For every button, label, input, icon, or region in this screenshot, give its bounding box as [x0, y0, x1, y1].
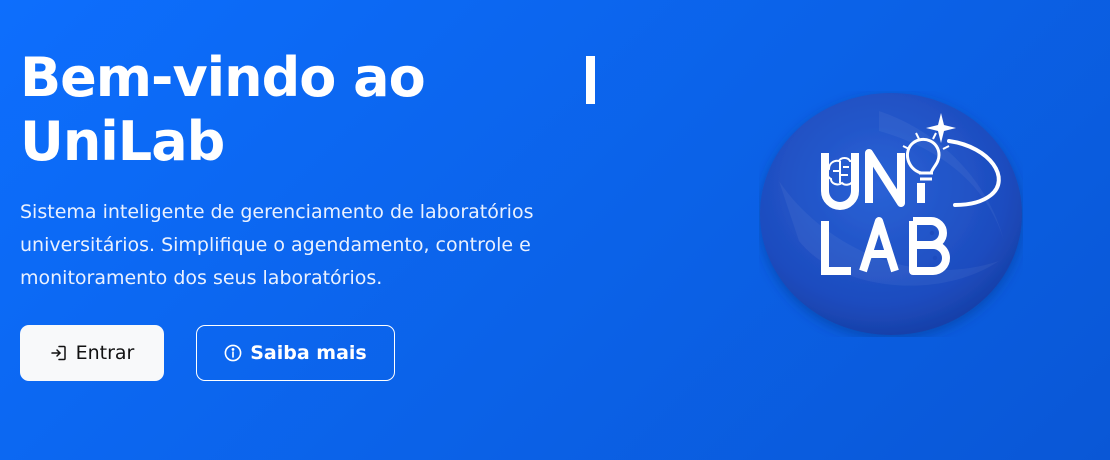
info-circle-icon [224, 344, 242, 362]
hero-description: Sistema inteligente de gerenciamento de … [20, 201, 534, 289]
login-icon [50, 344, 68, 362]
typing-cursor [586, 56, 595, 104]
hero-title-line-2: UniLab [20, 110, 225, 173]
hero-title-line-1: Bem-vindo ao [20, 46, 426, 109]
login-button[interactable]: Entrar [20, 325, 164, 381]
hero-actions: Entrar Saiba mais [20, 325, 620, 381]
hero-title: Bem-vindo ao UniLab [20, 46, 600, 174]
hero-section: Bem-vindo ao UniLab Sistema inteligente … [0, 0, 1110, 460]
login-button-label: Entrar [75, 342, 135, 364]
learn-more-button-label: Saiba mais [250, 342, 367, 364]
unilab-logo [759, 91, 1023, 337]
learn-more-button[interactable]: Saiba mais [196, 325, 395, 381]
hero-content: Bem-vindo ao UniLab Sistema inteligente … [20, 46, 620, 381]
